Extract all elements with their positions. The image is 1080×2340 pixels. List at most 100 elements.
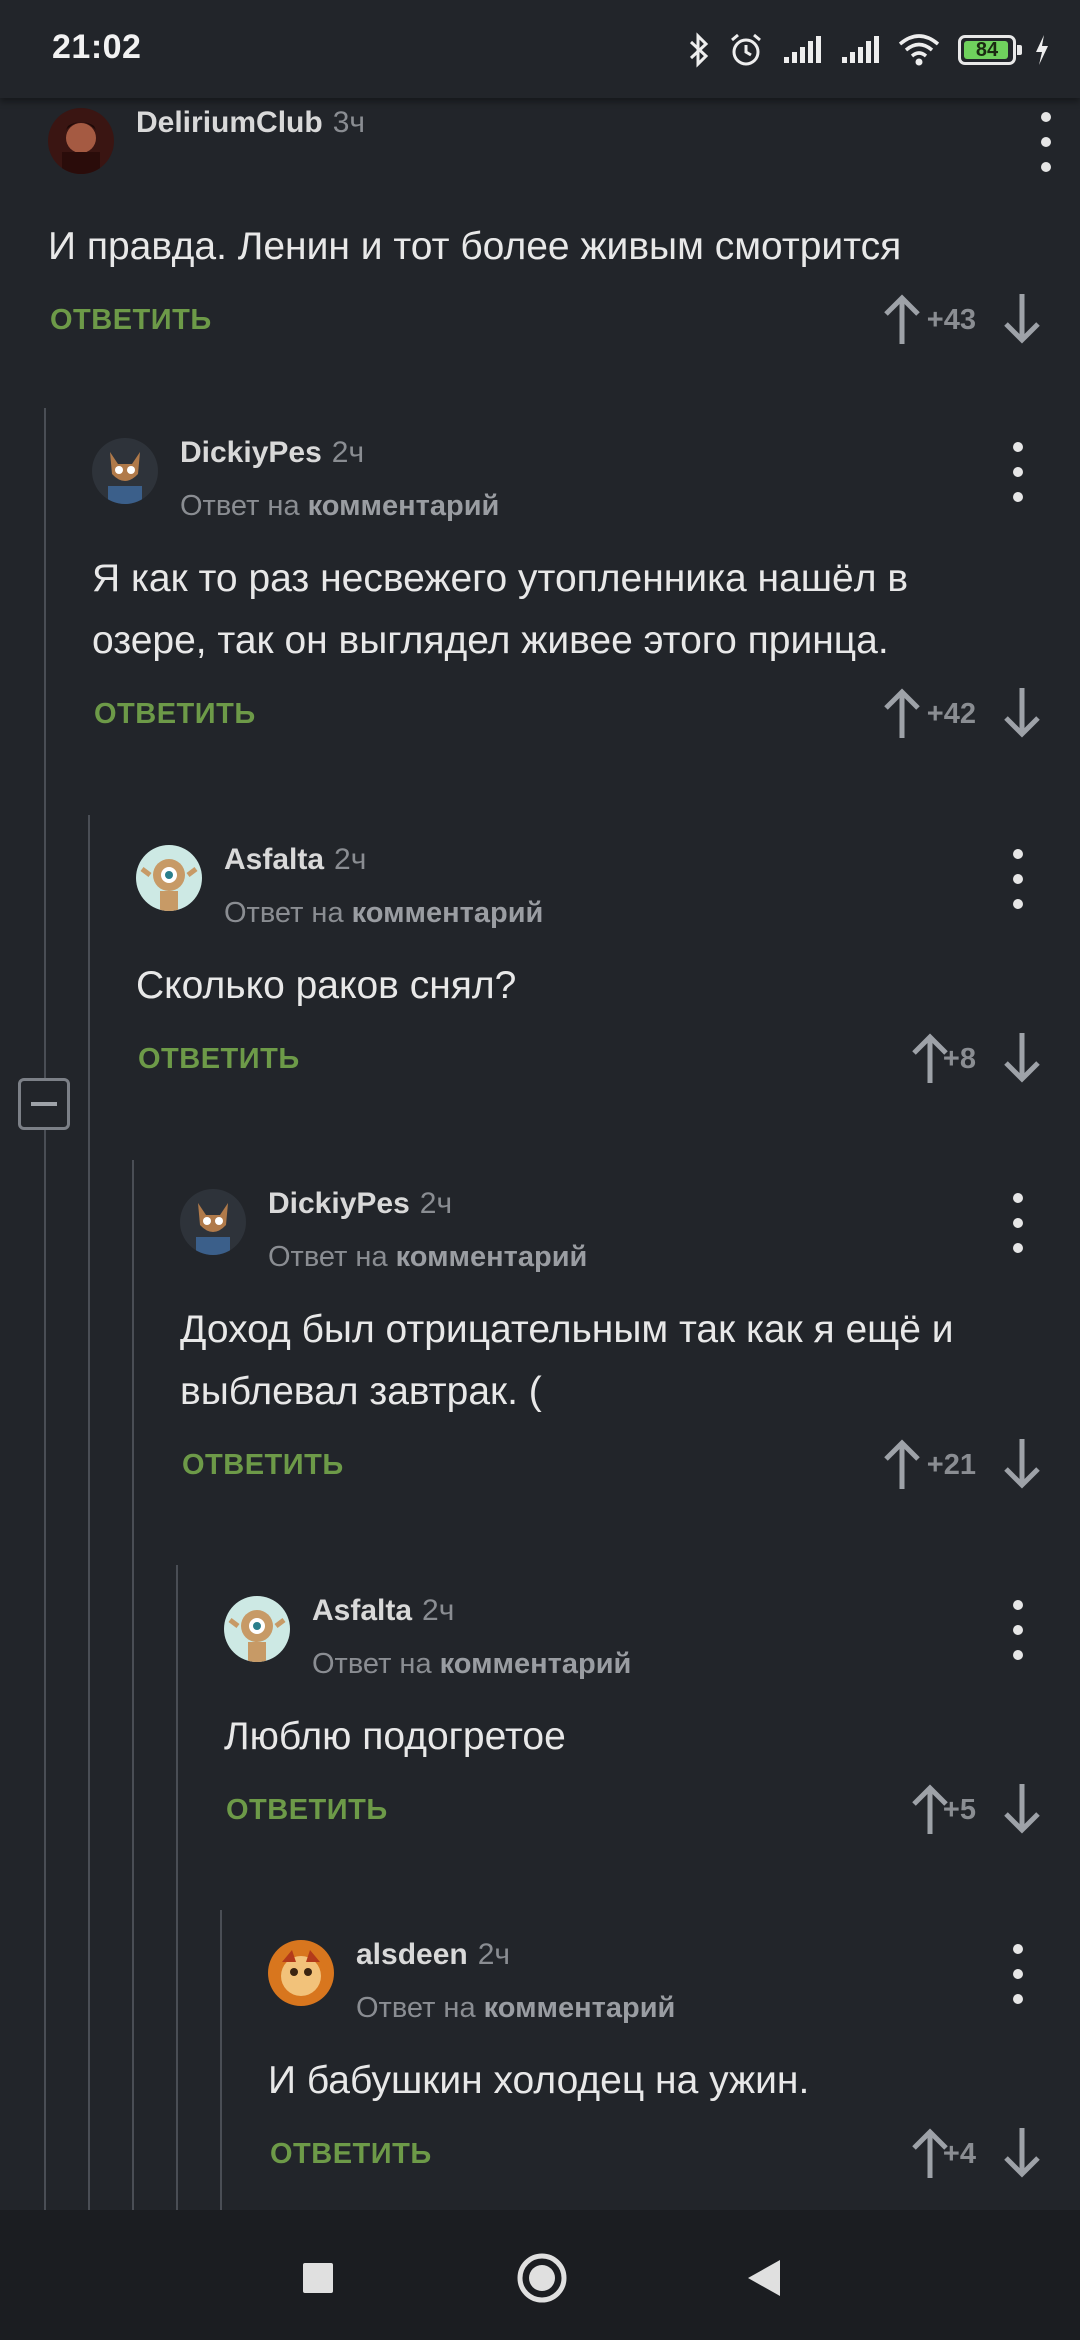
reply-to-prefix: Ответ на (356, 1992, 476, 2024)
thread-line (44, 408, 46, 2210)
comment-actions: ОТВЕТИТЬ +5 (224, 1782, 1080, 1846)
thread-line (88, 815, 90, 2210)
downvote-button[interactable] (1000, 1437, 1044, 1491)
thread-line (220, 1910, 222, 2210)
charging-icon (1036, 35, 1048, 65)
comment-time: 2ч (334, 843, 367, 876)
author-name-text: DickiyPes (268, 1187, 410, 1220)
avatar[interactable] (268, 1940, 334, 2006)
reply-to[interactable]: Ответ на комментарий (268, 1241, 587, 1274)
battery-level: 84 (975, 38, 999, 61)
author-name[interactable]: DickiyPes 2ч (268, 1187, 452, 1221)
minus-icon (31, 1102, 57, 1106)
home-circle-icon (517, 2253, 567, 2303)
home-button[interactable] (512, 2248, 572, 2308)
comment-actions: ОТВЕТИТЬ +4 (268, 2126, 1080, 2190)
vote-score: +43 (926, 304, 976, 336)
wifi-icon (898, 34, 940, 66)
reply-to[interactable]: Ответ на комментарий (312, 1648, 631, 1681)
reply-button[interactable]: ОТВЕТИТЬ (226, 1794, 388, 1827)
author-name[interactable]: alsdeen 2ч (356, 1938, 510, 1972)
arrow-down-icon (1004, 294, 1040, 344)
upvote-button[interactable] (880, 292, 924, 346)
comment-header: Asfalta 2ч Ответ на комментарий (136, 843, 1080, 929)
more-options-button[interactable] (998, 1944, 1038, 2004)
reply-to-link[interactable]: комментарий (484, 1992, 676, 2024)
reply-to-link[interactable]: комментарий (396, 1241, 588, 1273)
comment-text: И правда. Ленин и тот более живым смотри… (48, 225, 902, 268)
comment-thread: DeliriumClub 3ч И правда. Ленин и тот бол… (0, 98, 1080, 2210)
avatar[interactable] (136, 845, 202, 911)
comment: DickiyPes 2ч Ответ на комментарий Доход б… (180, 1187, 1080, 1501)
comment-text: Я как то раз несвежего утопленника нашёл… (92, 557, 909, 662)
avatar[interactable] (48, 108, 114, 174)
reply-to[interactable]: Ответ на комментарий (180, 490, 499, 523)
vote-score: +5 (942, 1794, 976, 1826)
reply-to-prefix: Ответ на (180, 490, 300, 522)
arrow-down-icon (1004, 1033, 1040, 1083)
signal-icon (784, 36, 821, 63)
avatar[interactable] (180, 1189, 246, 1255)
back-button[interactable] (734, 2248, 794, 2308)
arrow-up-icon (884, 1439, 920, 1489)
reply-to[interactable]: Ответ на комментарий (224, 897, 543, 930)
downvote-button[interactable] (1000, 1031, 1044, 1085)
reply-to-link[interactable]: комментарий (352, 897, 544, 929)
status-bar: 21:02 84 (0, 0, 1080, 98)
comment-header: alsdeen 2ч Ответ на комментарий (268, 1938, 1080, 2024)
recents-button[interactable] (288, 2248, 348, 2308)
reply-button[interactable]: ОТВЕТИТЬ (138, 1043, 300, 1076)
thread-line (176, 1565, 178, 2210)
author-name-text: Asfalta (224, 843, 325, 876)
more-options-button[interactable] (998, 1193, 1038, 1253)
downvote-button[interactable] (1000, 686, 1044, 740)
vote-score: +42 (926, 698, 976, 730)
more-options-button[interactable] (998, 442, 1038, 502)
more-options-button[interactable] (998, 1600, 1038, 1660)
downvote-button[interactable] (1000, 1782, 1044, 1836)
reply-to-prefix: Ответ на (268, 1241, 388, 1273)
author-name-text: DeliriumClub (136, 106, 323, 139)
downvote-button[interactable] (1000, 292, 1044, 346)
status-time: 21:02 (52, 28, 142, 66)
reply-to[interactable]: Ответ на комментарий (356, 1992, 675, 2025)
avatar[interactable] (92, 438, 158, 504)
arrow-down-icon (1004, 1784, 1040, 1834)
author-name[interactable]: Asfalta 2ч (224, 843, 366, 877)
comment-header: Asfalta 2ч Ответ на комментарий (224, 1594, 1080, 1680)
collapse-thread-button[interactable] (18, 1078, 70, 1130)
status-icons: 84 (688, 30, 1050, 70)
reply-button[interactable]: ОТВЕТИТЬ (50, 304, 212, 337)
author-name[interactable]: Asfalta 2ч (312, 1594, 454, 1628)
vote-score: +8 (942, 1043, 976, 1075)
more-options-button[interactable] (1026, 112, 1066, 172)
comment-time: 2ч (422, 1594, 455, 1627)
author-name-text: DickiyPes (180, 436, 322, 469)
author-name-text: Asfalta (312, 1594, 413, 1627)
more-options-button[interactable] (998, 849, 1038, 909)
comment-actions: ОТВЕТИТЬ +8 (136, 1031, 1080, 1095)
reply-button[interactable]: ОТВЕТИТЬ (270, 2138, 432, 2171)
reply-to-prefix: Ответ на (224, 897, 344, 929)
reply-to-link[interactable]: комментарий (308, 490, 500, 522)
comment-time: 2ч (331, 436, 365, 469)
bluetooth-icon (689, 32, 709, 68)
reply-to-prefix: Ответ на (312, 1648, 432, 1680)
comment: Asfalta 2ч Ответ на комментарий Сколько р… (136, 843, 1080, 1095)
downvote-button[interactable] (1000, 2126, 1044, 2180)
avatar[interactable] (224, 1596, 290, 1662)
comment-text: Доход был отрицательным так как я ещё и … (180, 1308, 954, 1413)
arrow-down-icon (1004, 1439, 1040, 1489)
battery-icon: 84 (958, 35, 1022, 65)
comment-text: Сколько раков снял? (136, 964, 517, 1007)
comment-header: DickiyPes 2ч Ответ на комментарий (92, 436, 1080, 522)
upvote-button[interactable] (880, 1437, 924, 1491)
reply-button[interactable]: ОТВЕТИТЬ (182, 1449, 344, 1482)
back-triangle-icon (748, 2260, 780, 2296)
upvote-button[interactable] (880, 686, 924, 740)
reply-to-link[interactable]: комментарий (440, 1648, 632, 1680)
author-name[interactable]: DickiyPes 2ч (180, 436, 364, 470)
author-name[interactable]: DeliriumClub 3ч (136, 106, 365, 140)
reply-button[interactable]: ОТВЕТИТЬ (94, 698, 256, 731)
comment-actions: ОТВЕТИТЬ +42 (92, 686, 1080, 750)
